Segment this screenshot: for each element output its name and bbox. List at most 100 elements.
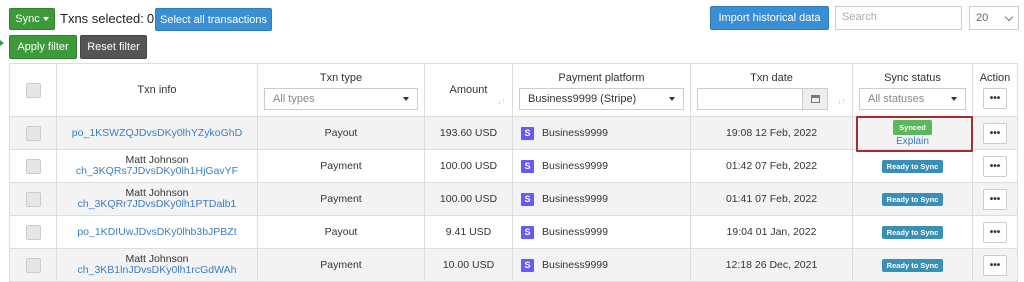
col-sync-status: Sync status All statuses [852, 63, 973, 117]
payment-platform-filter-value: Business9999 (Stripe) [528, 93, 637, 105]
sync-dropdown-button[interactable]: Sync [9, 8, 55, 30]
txn-date-cell: 19:04 01 Jan, 2022 [690, 215, 853, 249]
platform-name: Business9999 [542, 160, 608, 172]
txn-type-cell: Payment [257, 248, 425, 282]
import-historical-data-button[interactable]: Import historical data [710, 6, 829, 30]
stripe-icon: S [521, 192, 534, 206]
txn-date-cell: 01:41 07 Feb, 2022 [690, 182, 853, 216]
amount-cell: 10.00 USD [424, 248, 513, 282]
table-row[interactable]: po_1KDIUwJDvsDKy0lhb3bJPBZt Payout 9.41 … [9, 215, 1018, 249]
caret-down-icon [669, 97, 675, 101]
txn-type-filter-select[interactable]: All types [264, 88, 418, 110]
calendar-icon [810, 95, 820, 103]
sort-icon[interactable]: ↓↑ [837, 96, 846, 106]
txns-selected-text: Txns selected: 0 [60, 11, 154, 26]
txn-type-cell: Payment [257, 149, 425, 183]
table-row[interactable]: Matt Johnson ch_3KQRs7JDvsDKy0lh1HjGavYF … [9, 149, 1018, 183]
table-row[interactable]: Matt Johnson ch_3KB1lnJDvsDKy0lh1rcGdWAh … [9, 248, 1018, 282]
status-badge: Ready to Sync [881, 258, 944, 272]
col-amount[interactable]: Amount ↓↑ [424, 63, 513, 117]
txn-type-cell: Payment [257, 182, 425, 216]
stripe-icon: S [521, 159, 534, 173]
platform-name: Business9999 [542, 193, 608, 205]
amount-cell: 100.00 USD [424, 149, 513, 183]
row-action-button[interactable]: ••• [983, 254, 1007, 276]
txn-date-cell: 01:42 07 Feb, 2022 [690, 149, 853, 183]
txns-selected-count: 0 [146, 11, 155, 26]
col-action: Action ••• [972, 63, 1018, 117]
col-txn-date: Txn date ↓↑ [690, 63, 853, 117]
col-sync-status-label: Sync status [884, 72, 941, 84]
stripe-icon: S [521, 126, 534, 140]
page-size-select[interactable]: 20 [969, 6, 1019, 30]
txn-date-cell: 19:08 12 Feb, 2022 [690, 116, 853, 150]
col-action-label: Action [979, 72, 1011, 84]
search-input[interactable]: Search [835, 6, 962, 30]
col-txn-type: Txn type All types [257, 63, 425, 117]
select-all-cell [9, 63, 57, 117]
caret-down-icon [42, 17, 49, 21]
stripe-icon: S [521, 258, 534, 272]
status-badge: Ready to Sync [881, 159, 944, 173]
select-all-checkbox[interactable] [25, 82, 41, 98]
sync-status-filter-value: All statuses [868, 93, 925, 105]
sync-status-filter-select[interactable]: All statuses [859, 88, 966, 110]
select-all-transactions-button[interactable]: Select all transactions [155, 8, 272, 31]
caret-down-icon [951, 97, 957, 101]
row-action-button[interactable]: ••• [983, 221, 1007, 243]
row-action-button[interactable]: ••• [983, 155, 1007, 177]
payment-platform-filter-select[interactable]: Business9999 (Stripe) [519, 88, 684, 110]
row-checkbox[interactable] [25, 158, 41, 174]
table-header-row: Txn info Txn type All types Amount ↓↑ Pa… [9, 63, 1018, 117]
txn-type-cell: Payout [257, 116, 425, 150]
sync-button-label: Sync [15, 13, 40, 25]
explain-link[interactable]: Explain [853, 136, 972, 147]
status-badge: Synced [893, 119, 932, 135]
platform-name: Business9999 [542, 127, 608, 139]
apply-filter-button[interactable]: Apply filter [9, 35, 77, 59]
row-checkbox[interactable] [25, 257, 41, 273]
table-row[interactable]: po_1KSWZQJDvsDKy0lhYZykoGhD Payout 193.6… [9, 116, 1018, 150]
txn-type-filter-value: All types [273, 93, 315, 105]
txn-id-link[interactable]: ch_3KQRr7JDvsDKy0lh1PTDalb1 [57, 199, 257, 210]
arrow-indicator-icon [0, 40, 4, 46]
amount-cell: 100.00 USD [424, 182, 513, 216]
txn-id-link[interactable]: ch_3KB1lnJDvsDKy0lh1rcGdWAh [57, 265, 257, 276]
amount-cell: 9.41 USD [424, 215, 513, 249]
row-checkbox[interactable] [25, 125, 41, 141]
txn-id-link[interactable]: po_1KDIUwJDvsDKy0lhb3bJPBZt [77, 226, 236, 238]
platform-name: Business9999 [542, 259, 608, 271]
page-size-value: 20 [976, 12, 989, 24]
calendar-button[interactable] [802, 89, 827, 109]
caret-down-icon [403, 97, 409, 101]
stripe-icon: S [521, 225, 534, 239]
col-txn-info[interactable]: Txn info [56, 63, 258, 117]
chevron-down-icon [1004, 12, 1014, 21]
col-amount-label: Amount [449, 84, 488, 96]
txns-selected-label: Txns selected: [60, 11, 144, 26]
row-checkbox[interactable] [25, 191, 41, 207]
txn-type-cell: Payout [257, 215, 425, 249]
txn-date-cell: 12:18 26 Dec, 2021 [690, 248, 853, 282]
sort-icon[interactable]: ↓↑ [497, 96, 506, 106]
row-checkbox[interactable] [25, 224, 41, 240]
txn-date-filter-input[interactable] [697, 88, 828, 110]
row-action-button[interactable]: ••• [983, 188, 1007, 210]
col-txn-type-label: Txn type [319, 72, 363, 84]
col-txn-info-label: Txn info [137, 84, 177, 96]
col-payment-platform-label: Payment platform [558, 72, 645, 84]
col-payment-platform: Payment platform Business9999 (Stripe) [512, 63, 691, 117]
bulk-action-button[interactable]: ••• [983, 88, 1007, 109]
amount-cell: 193.60 USD [424, 116, 513, 150]
transactions-table: Txn info Txn type All types Amount ↓↑ Pa… [9, 63, 1018, 282]
col-txn-date-label: Txn date [750, 72, 793, 84]
status-badge: Ready to Sync [881, 192, 944, 206]
row-action-button[interactable]: ••• [983, 122, 1007, 144]
reset-filter-button[interactable]: Reset filter [80, 35, 147, 59]
txn-id-link[interactable]: ch_3KQRs7JDvsDKy0lh1HjGavYF [57, 166, 257, 177]
top-toolbar: Sync Txns selected: 0 Select all transact… [0, 0, 1024, 36]
status-badge: Ready to Sync [881, 225, 944, 239]
table-row[interactable]: Matt Johnson ch_3KQRr7JDvsDKy0lh1PTDalb1 … [9, 182, 1018, 216]
platform-name: Business9999 [542, 226, 608, 238]
txn-id-link[interactable]: po_1KSWZQJDvsDKy0lhYZykoGhD [72, 127, 242, 139]
